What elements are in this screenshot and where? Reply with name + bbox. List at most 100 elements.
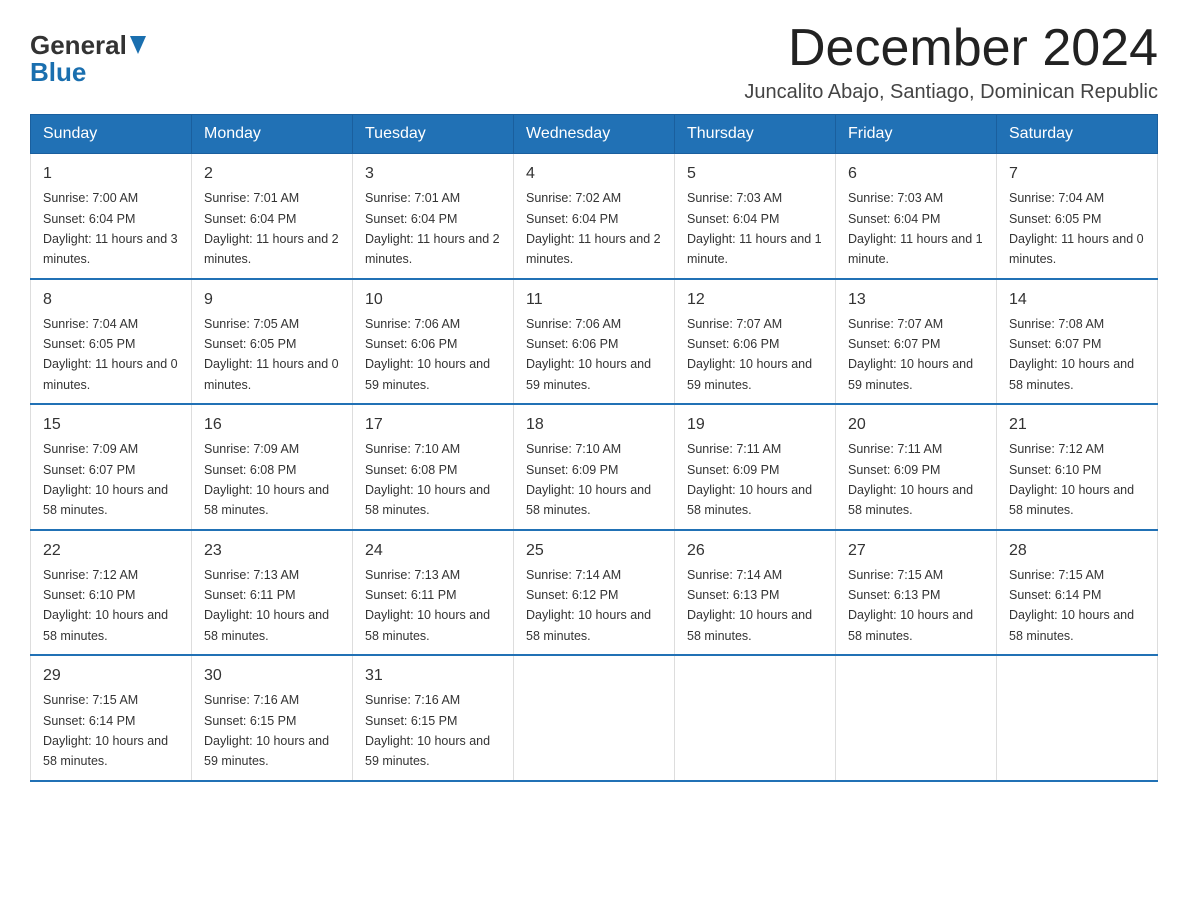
calendar-cell: 31 Sunrise: 7:16 AMSunset: 6:15 PMDaylig… bbox=[353, 655, 514, 781]
day-number: 6 bbox=[848, 162, 984, 186]
day-number: 21 bbox=[1009, 413, 1145, 437]
day-info: Sunrise: 7:08 AMSunset: 6:07 PMDaylight:… bbox=[1009, 317, 1134, 392]
day-number: 10 bbox=[365, 288, 501, 312]
day-number: 11 bbox=[526, 288, 662, 312]
calendar-cell: 20 Sunrise: 7:11 AMSunset: 6:09 PMDaylig… bbox=[836, 404, 997, 530]
day-info: Sunrise: 7:11 AMSunset: 6:09 PMDaylight:… bbox=[687, 442, 812, 517]
weekday-header-thursday: Thursday bbox=[675, 115, 836, 154]
calendar-cell: 22 Sunrise: 7:12 AMSunset: 6:10 PMDaylig… bbox=[31, 530, 192, 656]
weekday-header-wednesday: Wednesday bbox=[514, 115, 675, 154]
calendar-cell: 2 Sunrise: 7:01 AMSunset: 6:04 PMDayligh… bbox=[192, 154, 353, 279]
calendar-week-row: 29 Sunrise: 7:15 AMSunset: 6:14 PMDaylig… bbox=[31, 655, 1158, 781]
calendar-week-row: 8 Sunrise: 7:04 AMSunset: 6:05 PMDayligh… bbox=[31, 279, 1158, 405]
day-info: Sunrise: 7:13 AMSunset: 6:11 PMDaylight:… bbox=[204, 568, 329, 643]
day-number: 31 bbox=[365, 664, 501, 688]
day-info: Sunrise: 7:16 AMSunset: 6:15 PMDaylight:… bbox=[204, 693, 329, 768]
day-number: 29 bbox=[43, 664, 179, 688]
day-number: 12 bbox=[687, 288, 823, 312]
weekday-header-tuesday: Tuesday bbox=[353, 115, 514, 154]
day-number: 19 bbox=[687, 413, 823, 437]
day-info: Sunrise: 7:10 AMSunset: 6:08 PMDaylight:… bbox=[365, 442, 490, 517]
calendar-cell: 27 Sunrise: 7:15 AMSunset: 6:13 PMDaylig… bbox=[836, 530, 997, 656]
day-number: 16 bbox=[204, 413, 340, 437]
calendar-cell: 11 Sunrise: 7:06 AMSunset: 6:06 PMDaylig… bbox=[514, 279, 675, 405]
calendar-cell: 28 Sunrise: 7:15 AMSunset: 6:14 PMDaylig… bbox=[997, 530, 1158, 656]
day-number: 8 bbox=[43, 288, 179, 312]
calendar-cell: 23 Sunrise: 7:13 AMSunset: 6:11 PMDaylig… bbox=[192, 530, 353, 656]
day-info: Sunrise: 7:00 AMSunset: 6:04 PMDaylight:… bbox=[43, 191, 178, 266]
day-number: 28 bbox=[1009, 539, 1145, 563]
day-number: 24 bbox=[365, 539, 501, 563]
day-info: Sunrise: 7:15 AMSunset: 6:14 PMDaylight:… bbox=[43, 693, 168, 768]
calendar-week-row: 22 Sunrise: 7:12 AMSunset: 6:10 PMDaylig… bbox=[31, 530, 1158, 656]
page-header: General Blue December 2024 Juncalito Aba… bbox=[30, 20, 1158, 104]
calendar-cell bbox=[675, 655, 836, 781]
day-info: Sunrise: 7:14 AMSunset: 6:12 PMDaylight:… bbox=[526, 568, 651, 643]
day-number: 20 bbox=[848, 413, 984, 437]
calendar-cell: 19 Sunrise: 7:11 AMSunset: 6:09 PMDaylig… bbox=[675, 404, 836, 530]
calendar-cell: 24 Sunrise: 7:13 AMSunset: 6:11 PMDaylig… bbox=[353, 530, 514, 656]
day-info: Sunrise: 7:02 AMSunset: 6:04 PMDaylight:… bbox=[526, 191, 661, 266]
day-number: 5 bbox=[687, 162, 823, 186]
day-number: 23 bbox=[204, 539, 340, 563]
day-info: Sunrise: 7:04 AMSunset: 6:05 PMDaylight:… bbox=[43, 317, 178, 392]
day-info: Sunrise: 7:15 AMSunset: 6:14 PMDaylight:… bbox=[1009, 568, 1134, 643]
day-number: 17 bbox=[365, 413, 501, 437]
calendar-cell: 25 Sunrise: 7:14 AMSunset: 6:12 PMDaylig… bbox=[514, 530, 675, 656]
calendar-cell: 26 Sunrise: 7:14 AMSunset: 6:13 PMDaylig… bbox=[675, 530, 836, 656]
day-number: 9 bbox=[204, 288, 340, 312]
day-number: 14 bbox=[1009, 288, 1145, 312]
day-number: 2 bbox=[204, 162, 340, 186]
calendar-week-row: 15 Sunrise: 7:09 AMSunset: 6:07 PMDaylig… bbox=[31, 404, 1158, 530]
title-section: December 2024 Juncalito Abajo, Santiago,… bbox=[744, 20, 1158, 104]
day-info: Sunrise: 7:05 AMSunset: 6:05 PMDaylight:… bbox=[204, 317, 339, 392]
weekday-header-sunday: Sunday bbox=[31, 115, 192, 154]
day-number: 15 bbox=[43, 413, 179, 437]
logo-triangle-icon bbox=[130, 36, 146, 59]
calendar-cell: 6 Sunrise: 7:03 AMSunset: 6:04 PMDayligh… bbox=[836, 154, 997, 279]
calendar-cell: 16 Sunrise: 7:09 AMSunset: 6:08 PMDaylig… bbox=[192, 404, 353, 530]
calendar-cell bbox=[836, 655, 997, 781]
day-number: 27 bbox=[848, 539, 984, 563]
day-number: 26 bbox=[687, 539, 823, 563]
calendar-cell: 8 Sunrise: 7:04 AMSunset: 6:05 PMDayligh… bbox=[31, 279, 192, 405]
day-info: Sunrise: 7:14 AMSunset: 6:13 PMDaylight:… bbox=[687, 568, 812, 643]
calendar-cell: 15 Sunrise: 7:09 AMSunset: 6:07 PMDaylig… bbox=[31, 404, 192, 530]
logo: General Blue bbox=[30, 30, 146, 88]
day-info: Sunrise: 7:16 AMSunset: 6:15 PMDaylight:… bbox=[365, 693, 490, 768]
day-info: Sunrise: 7:09 AMSunset: 6:07 PMDaylight:… bbox=[43, 442, 168, 517]
weekday-header-saturday: Saturday bbox=[997, 115, 1158, 154]
weekday-header-friday: Friday bbox=[836, 115, 997, 154]
calendar-cell: 18 Sunrise: 7:10 AMSunset: 6:09 PMDaylig… bbox=[514, 404, 675, 530]
day-info: Sunrise: 7:01 AMSunset: 6:04 PMDaylight:… bbox=[204, 191, 339, 266]
day-number: 1 bbox=[43, 162, 179, 186]
day-info: Sunrise: 7:01 AMSunset: 6:04 PMDaylight:… bbox=[365, 191, 500, 266]
day-info: Sunrise: 7:12 AMSunset: 6:10 PMDaylight:… bbox=[1009, 442, 1134, 517]
calendar-cell: 10 Sunrise: 7:06 AMSunset: 6:06 PMDaylig… bbox=[353, 279, 514, 405]
day-number: 30 bbox=[204, 664, 340, 688]
day-info: Sunrise: 7:07 AMSunset: 6:07 PMDaylight:… bbox=[848, 317, 973, 392]
calendar-table: SundayMondayTuesdayWednesdayThursdayFrid… bbox=[30, 114, 1158, 782]
calendar-cell: 14 Sunrise: 7:08 AMSunset: 6:07 PMDaylig… bbox=[997, 279, 1158, 405]
day-info: Sunrise: 7:13 AMSunset: 6:11 PMDaylight:… bbox=[365, 568, 490, 643]
calendar-cell: 30 Sunrise: 7:16 AMSunset: 6:15 PMDaylig… bbox=[192, 655, 353, 781]
calendar-cell: 17 Sunrise: 7:10 AMSunset: 6:08 PMDaylig… bbox=[353, 404, 514, 530]
day-number: 4 bbox=[526, 162, 662, 186]
calendar-cell: 4 Sunrise: 7:02 AMSunset: 6:04 PMDayligh… bbox=[514, 154, 675, 279]
calendar-cell: 7 Sunrise: 7:04 AMSunset: 6:05 PMDayligh… bbox=[997, 154, 1158, 279]
weekday-header-row: SundayMondayTuesdayWednesdayThursdayFrid… bbox=[31, 115, 1158, 154]
day-info: Sunrise: 7:15 AMSunset: 6:13 PMDaylight:… bbox=[848, 568, 973, 643]
calendar-week-row: 1 Sunrise: 7:00 AMSunset: 6:04 PMDayligh… bbox=[31, 154, 1158, 279]
day-number: 22 bbox=[43, 539, 179, 563]
day-number: 13 bbox=[848, 288, 984, 312]
day-info: Sunrise: 7:07 AMSunset: 6:06 PMDaylight:… bbox=[687, 317, 812, 392]
calendar-cell: 12 Sunrise: 7:07 AMSunset: 6:06 PMDaylig… bbox=[675, 279, 836, 405]
day-info: Sunrise: 7:06 AMSunset: 6:06 PMDaylight:… bbox=[526, 317, 651, 392]
day-number: 25 bbox=[526, 539, 662, 563]
calendar-cell: 5 Sunrise: 7:03 AMSunset: 6:04 PMDayligh… bbox=[675, 154, 836, 279]
calendar-cell: 3 Sunrise: 7:01 AMSunset: 6:04 PMDayligh… bbox=[353, 154, 514, 279]
day-info: Sunrise: 7:10 AMSunset: 6:09 PMDaylight:… bbox=[526, 442, 651, 517]
calendar-cell: 13 Sunrise: 7:07 AMSunset: 6:07 PMDaylig… bbox=[836, 279, 997, 405]
day-info: Sunrise: 7:04 AMSunset: 6:05 PMDaylight:… bbox=[1009, 191, 1144, 266]
day-number: 3 bbox=[365, 162, 501, 186]
